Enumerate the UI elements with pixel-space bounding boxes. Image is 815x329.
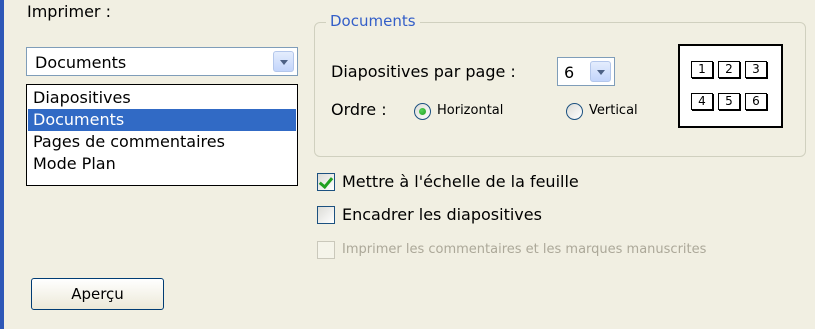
print-comments-ink-checkbox [317,241,335,259]
frame-slides-label[interactable]: Encadrer les diapositives [342,205,542,224]
frame-slides-checkbox[interactable] [317,206,335,224]
order-horizontal-radio[interactable] [414,103,431,120]
slides-per-page-value: 6 [564,63,575,82]
option-pages-de-commentaires[interactable]: Pages de commentaires [28,131,296,153]
option-documents[interactable]: Documents [28,109,296,131]
scale-to-fit-checkbox[interactable] [317,173,335,191]
print-what-select[interactable]: Documents [26,47,298,76]
page-layout-preview: 1 2 3 4 5 6 [678,44,783,128]
chevron-down-icon[interactable] [273,51,294,72]
scale-to-fit-label[interactable]: Mettre à l'échelle de la feuille [342,172,579,191]
order-vertical-label[interactable]: Vertical [589,103,638,118]
preview-slide-1: 1 [691,61,713,78]
preview-slide-5: 5 [718,93,740,110]
documents-group-title: Documents [326,12,420,30]
preview-slide-6: 6 [745,93,767,110]
print-what-dropdown-list[interactable]: Diapositives Documents Pages de commenta… [26,84,298,186]
order-vertical-radio[interactable] [566,103,583,120]
slides-per-page-label: Diapositives par page : [331,62,516,81]
chevron-down-icon[interactable] [590,61,611,82]
order-label: Ordre : [331,100,387,119]
option-diapositives[interactable]: Diapositives [28,87,296,109]
option-mode-plan[interactable]: Mode Plan [28,153,296,175]
window-left-edge [0,0,4,329]
slides-per-page-select[interactable]: 6 [557,57,615,86]
print-label: Imprimer : [27,2,111,21]
print-what-value: Documents [35,53,127,72]
order-horizontal-label[interactable]: Horizontal [437,103,503,118]
preview-slide-3: 3 [745,61,767,78]
print-comments-ink-label: Imprimer les commentaires et les marques… [342,242,707,257]
apercu-button[interactable]: Aperçu [31,278,164,310]
preview-slide-4: 4 [691,93,713,110]
preview-slide-2: 2 [718,61,740,78]
